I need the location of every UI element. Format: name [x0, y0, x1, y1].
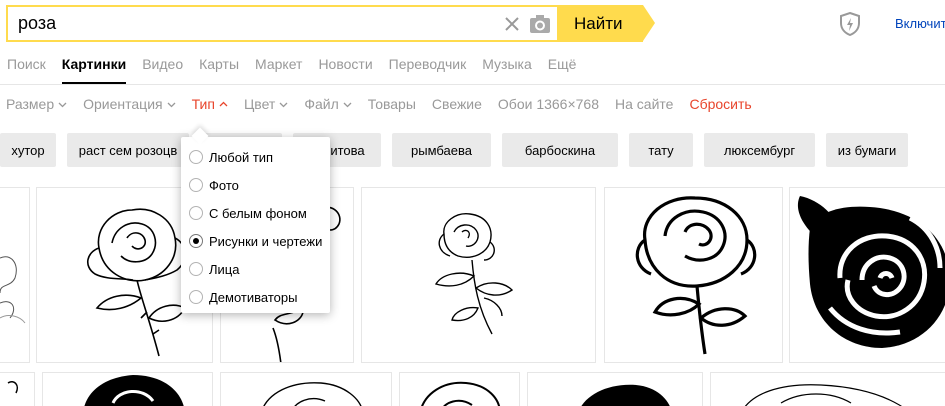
tab-video[interactable]: Видео: [142, 52, 183, 78]
radio-button-checked[interactable]: [189, 234, 203, 248]
chevron-down-icon: [167, 102, 176, 107]
chip-related-query[interactable]: барбоскина: [502, 133, 618, 167]
tab-search[interactable]: Поиск: [7, 52, 46, 78]
option-label: Лица: [209, 261, 240, 277]
rose-drawing-image: [263, 382, 362, 406]
rose-drawing-image: [744, 384, 902, 406]
type-option-demotivators[interactable]: Демотиваторы: [181, 283, 330, 311]
option-label: Рисунки и чертежи: [209, 233, 323, 249]
camera-icon[interactable]: [529, 14, 551, 34]
filter-size-label: Размер: [6, 96, 55, 112]
filter-file[interactable]: Файл: [304, 96, 352, 112]
radio-button[interactable]: [189, 290, 203, 304]
rose-silhouette-image: [84, 375, 184, 406]
image-thumbnail[interactable]: [527, 372, 703, 406]
chip-related-query[interactable]: из бумаги: [826, 133, 908, 167]
rose-drawing-image: [635, 196, 757, 355]
tab-music[interactable]: Музыка: [482, 52, 532, 78]
image-thumbnail[interactable]: [710, 372, 945, 406]
image-thumbnail[interactable]: [789, 187, 945, 363]
filter-bar: Размер Ориентация Тип Цвет Файл Товары С…: [6, 96, 768, 112]
service-tabs: Поиск Картинки Видео Карты Маркет Новост…: [0, 52, 586, 84]
filter-size[interactable]: Размер: [6, 96, 67, 112]
option-label: Фото: [209, 177, 239, 193]
radio-button[interactable]: [189, 178, 203, 192]
image-thumbnail[interactable]: [604, 187, 783, 363]
clear-icon[interactable]: [503, 15, 521, 33]
filter-on-site[interactable]: На сайте: [615, 96, 673, 112]
radio-button[interactable]: [189, 150, 203, 164]
image-thumbnail[interactable]: [0, 187, 30, 363]
image-thumbnail[interactable]: [0, 372, 35, 406]
rose-sketch-image: [7, 381, 19, 394]
image-thumbnail[interactable]: [399, 372, 520, 406]
option-label: Любой тип: [209, 149, 274, 165]
option-label: Демотиваторы: [209, 289, 298, 305]
search-bar: Найти: [6, 5, 655, 42]
type-option-any[interactable]: Любой тип: [181, 143, 330, 171]
tab-news[interactable]: Новости: [318, 52, 372, 78]
chip-related-query[interactable]: тату: [629, 133, 693, 167]
search-input[interactable]: [8, 13, 478, 34]
filter-wallpaper[interactable]: Обои 1366×768: [498, 96, 599, 112]
tab-market[interactable]: Маркет: [255, 52, 302, 78]
search-box: [6, 5, 557, 42]
filter-color[interactable]: Цвет: [244, 96, 288, 112]
image-thumbnail[interactable]: [361, 187, 596, 363]
chevron-down-icon: [58, 102, 67, 107]
filter-reset[interactable]: Сбросить: [689, 96, 751, 112]
filter-type[interactable]: Тип: [192, 96, 228, 112]
tabs-divider: [0, 84, 945, 85]
filter-color-label: Цвет: [243, 96, 276, 112]
chevron-up-icon: [219, 101, 228, 106]
tab-maps[interactable]: Карты: [199, 52, 239, 78]
tab-more[interactable]: Ещё: [548, 52, 577, 78]
type-option-photo[interactable]: Фото: [181, 171, 330, 199]
chip-related-query[interactable]: рымбаева: [392, 133, 491, 167]
chip-related-query[interactable]: раст сем розоцв: [67, 133, 189, 167]
radio-button[interactable]: [189, 262, 203, 276]
rose-silhouette-image: [797, 196, 945, 348]
type-option-faces[interactable]: Лица: [181, 255, 330, 283]
filter-fresh[interactable]: Свежие: [432, 96, 482, 112]
chip-related-query[interactable]: люксембург: [704, 133, 815, 167]
image-thumbnail[interactable]: [220, 372, 392, 406]
chip-related-query[interactable]: хутор: [0, 133, 56, 167]
tab-images[interactable]: Картинки: [61, 52, 127, 84]
type-option-white-bg[interactable]: С белым фоном: [181, 199, 330, 227]
rose-drawing-image: [421, 381, 500, 406]
chevron-down-icon: [279, 102, 288, 107]
image-thumbnail[interactable]: [42, 372, 213, 406]
type-option-drawings[interactable]: Рисунки и чертежи: [181, 227, 330, 255]
chevron-down-icon: [343, 102, 352, 107]
search-button[interactable]: Найти: [557, 5, 655, 42]
option-label: С белым фоном: [209, 205, 307, 221]
shield-icon[interactable]: [839, 12, 861, 36]
rose-drawing-image: [434, 213, 514, 335]
radio-button[interactable]: [189, 206, 203, 220]
enable-link[interactable]: Включить: [895, 16, 945, 31]
filter-goods[interactable]: Товары: [368, 96, 416, 112]
filter-type-label: Тип: [191, 96, 215, 112]
type-filter-dropdown: Любой тип Фото С белым фоном Рисунки и ч…: [181, 137, 330, 313]
filter-orientation-label: Ориентация: [83, 96, 163, 112]
filter-file-label: Файл: [304, 96, 339, 112]
tab-translate[interactable]: Переводчик: [389, 52, 467, 78]
related-queries: хутор раст сем розоцв сябитова рымбаева …: [0, 133, 919, 167]
rose-sketch-image: [0, 256, 26, 324]
filter-orientation[interactable]: Ориентация: [83, 96, 176, 112]
rose-silhouette-image: [581, 384, 670, 406]
